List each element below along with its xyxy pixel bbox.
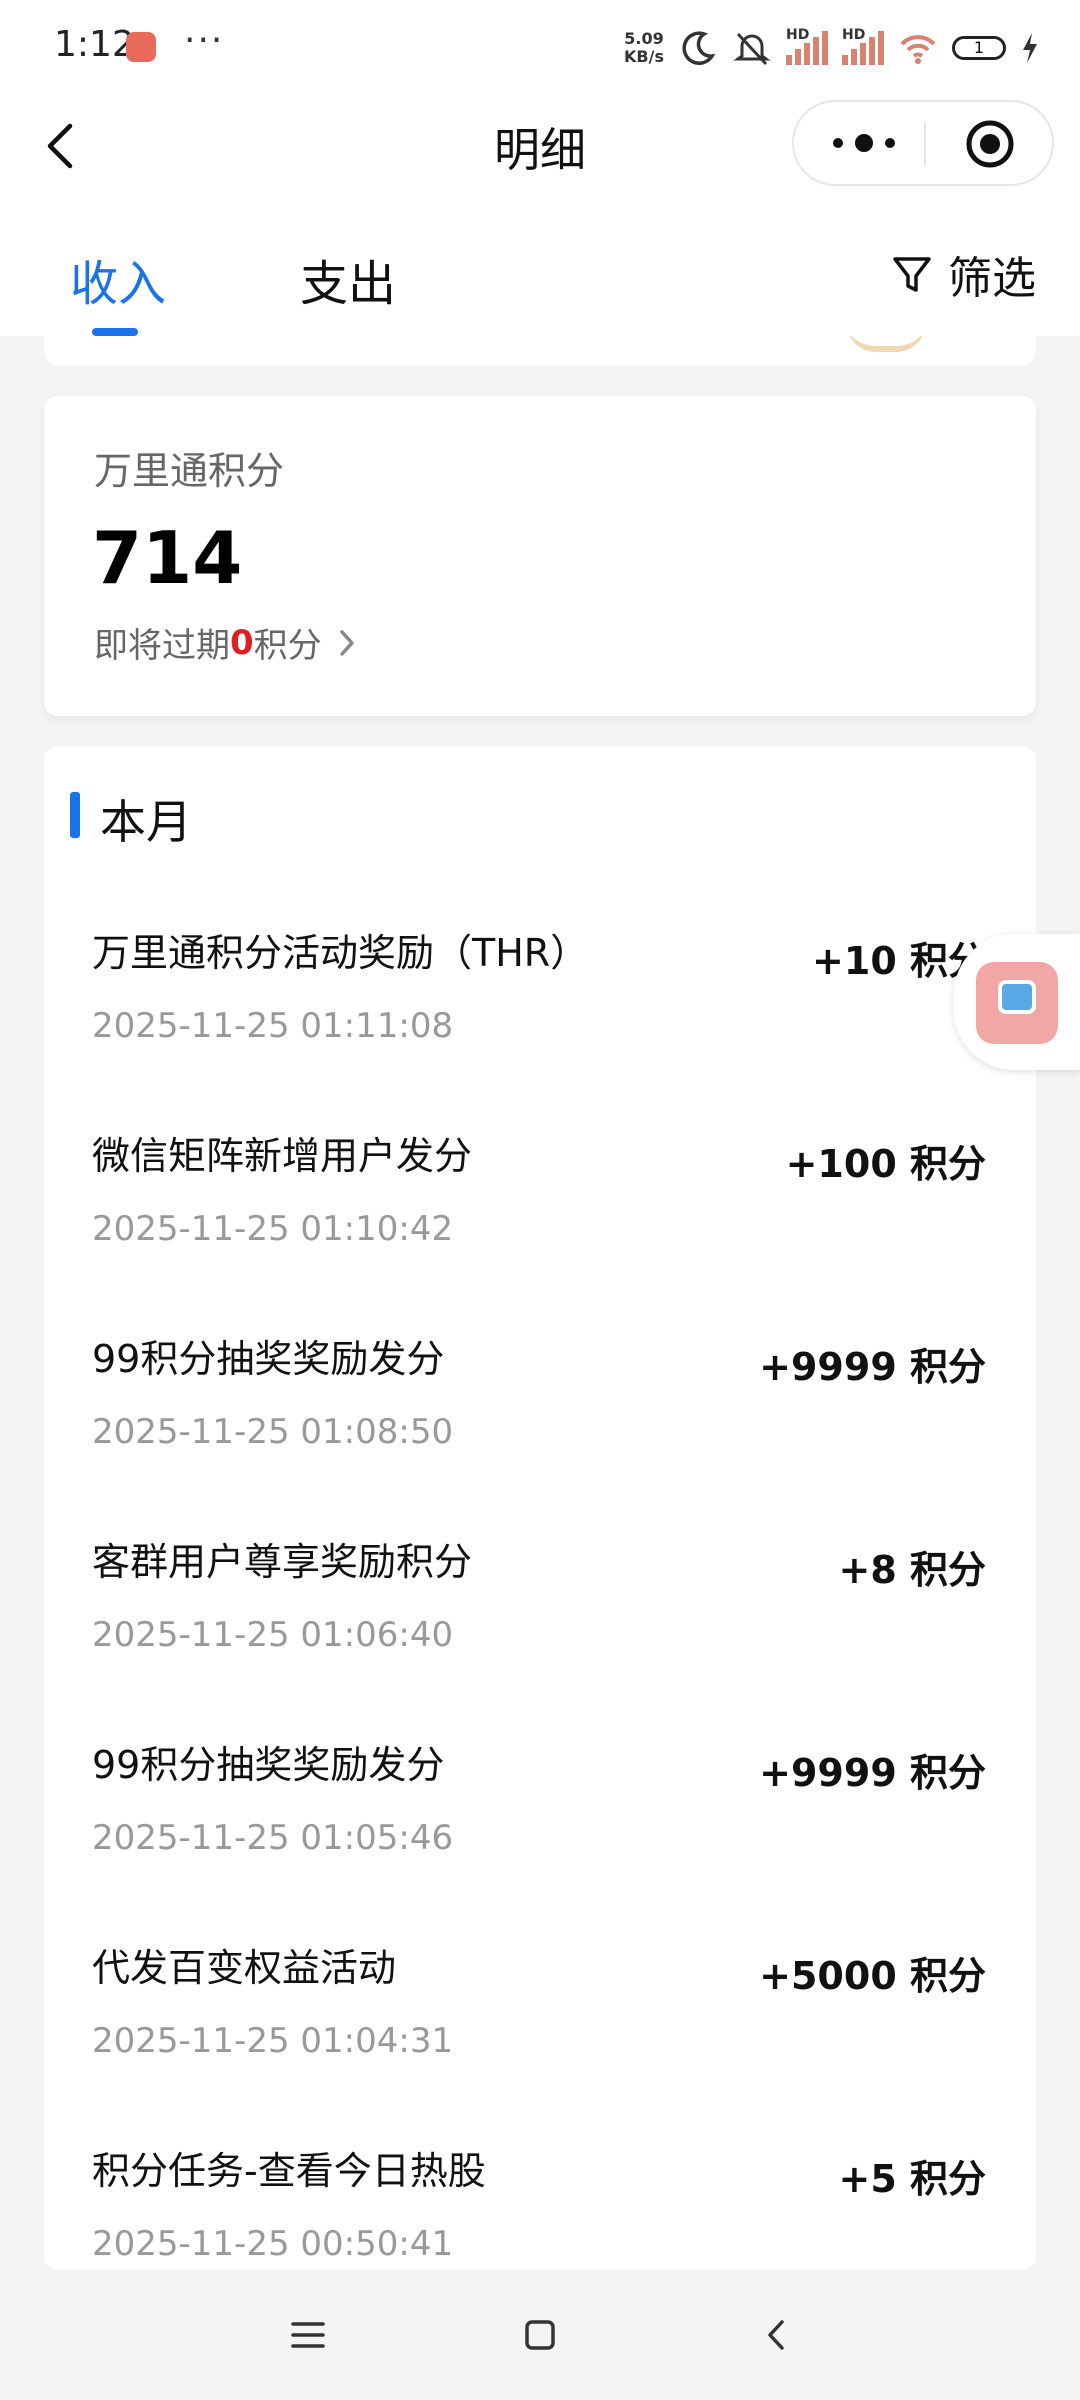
record-amount: +100 积分	[785, 1142, 986, 1186]
section-title: 本月	[100, 795, 192, 849]
status-time: 1:12	[54, 24, 135, 65]
network-speed: 5.09 KB/s	[624, 30, 664, 66]
record-time: 2025-11-25 01:08:50	[92, 1412, 454, 1452]
record-item[interactable]: 99积分抽奖奖励发分 2025-11-25 01:08:50 +9999 积分	[44, 1328, 1036, 1531]
home-icon[interactable]	[515, 2310, 565, 2360]
record-title: 万里通积分活动奖励（THR）	[92, 931, 589, 975]
title-bar: 明细	[0, 96, 1080, 196]
app-notification-icon	[126, 32, 156, 62]
points-balance-card: 万里通积分 714 即将过期 0 积分	[44, 396, 1036, 716]
record-title: 99积分抽奖奖励发分	[92, 1743, 445, 1787]
record-title: 99积分抽奖奖励发分	[92, 1337, 445, 1381]
record-time: 2025-11-25 01:04:31	[92, 2021, 454, 2061]
record-amount: +8 积分	[838, 1548, 986, 1592]
filter-label: 筛选	[948, 253, 1036, 304]
record-item[interactable]: 客群用户尊享奖励积分 2025-11-25 01:06:40 +8 积分	[44, 1531, 1036, 1734]
record-amount: +5000 积分	[759, 1954, 986, 1998]
active-tab-indicator	[92, 328, 138, 336]
filter-button[interactable]: 筛选	[890, 242, 1036, 306]
widget-screen-icon	[998, 980, 1036, 1014]
record-item[interactable]: 99积分抽奖奖励发分 2025-11-25 01:05:46 +9999 积分	[44, 1734, 1036, 1937]
chevron-right-icon	[339, 629, 354, 656]
system-navigation-bar	[0, 2270, 1080, 2400]
record-title: 代发百变权益活动	[92, 1946, 397, 1990]
miniprogram-capsule	[792, 100, 1054, 186]
record-amount: +5 积分	[838, 2157, 986, 2201]
section-marker	[70, 792, 80, 838]
expire-value: 0	[230, 622, 254, 663]
signal-hd-label: HD	[786, 27, 810, 43]
signal-icon: HD	[842, 27, 884, 65]
record-time: 2025-11-25 01:10:42	[92, 1209, 454, 1249]
expire-suffix: 积分	[253, 626, 322, 666]
record-title: 客群用户尊享奖励积分	[92, 1540, 473, 1584]
capsule-divider	[924, 122, 926, 166]
signal-icon: HD	[786, 27, 828, 65]
record-title: 微信矩阵新增用户发分	[92, 1134, 473, 1178]
points-label: 万里通积分	[94, 449, 285, 493]
more-notifications-icon: ···	[184, 20, 225, 61]
record-time: 2025-11-25 01:11:08	[92, 1006, 454, 1046]
record-item[interactable]: 积分任务-查看今日热股 2025-11-25 00:50:41 +5 积分	[44, 2140, 1036, 2270]
moon-icon	[682, 31, 716, 65]
widget-image-icon	[976, 962, 1058, 1044]
tab-expense[interactable]: 支出	[300, 244, 396, 314]
signal-hd-label: HD	[842, 27, 866, 43]
record-time: 2025-11-25 01:05:46	[92, 1818, 454, 1858]
wifi-icon	[900, 35, 936, 64]
record-time: 2025-11-25 01:06:40	[92, 1615, 454, 1655]
back-icon[interactable]	[752, 2310, 802, 2360]
floating-widget-button[interactable]	[954, 934, 1080, 1070]
menu-icon[interactable]	[283, 2310, 333, 2360]
record-item[interactable]: 万里通积分活动奖励（THR） 2025-11-25 01:11:08 +10 积…	[44, 922, 1036, 1125]
network-speed-value: 5.09	[624, 29, 664, 48]
status-bar: 1:12 ··· 5.09 KB/s HD HD 1	[0, 0, 1080, 96]
records-card: 本月 万里通积分活动奖励（THR） 2025-11-25 01:11:08 +1…	[44, 746, 1036, 2270]
charging-icon	[1023, 33, 1037, 63]
filter-icon	[893, 257, 931, 292]
record-amount: +9999 积分	[759, 1751, 986, 1795]
tab-income[interactable]: 收入	[70, 244, 166, 314]
expiring-points-link[interactable]: 即将过期 0 积分	[94, 618, 358, 667]
record-item[interactable]: 代发百变权益活动 2025-11-25 01:04:31 +5000 积分	[44, 1937, 1036, 2140]
tab-bar: 收入 支出 筛选	[0, 196, 1080, 336]
points-value: 714	[92, 516, 243, 600]
network-speed-unit: KB/s	[624, 47, 664, 66]
record-amount: +9999 积分	[759, 1345, 986, 1389]
battery-icon: 1	[952, 36, 1006, 60]
bell-muted-icon	[733, 32, 771, 66]
record-title: 积分任务-查看今日热股	[92, 2149, 486, 2193]
record-item[interactable]: 微信矩阵新增用户发分 2025-11-25 01:10:42 +100 积分	[44, 1125, 1036, 1328]
close-miniprogram-icon[interactable]	[964, 118, 1016, 170]
record-time: 2025-11-25 00:50:41	[92, 2224, 454, 2264]
expire-prefix: 即将过期	[94, 626, 230, 666]
more-options-icon[interactable]	[824, 116, 944, 170]
